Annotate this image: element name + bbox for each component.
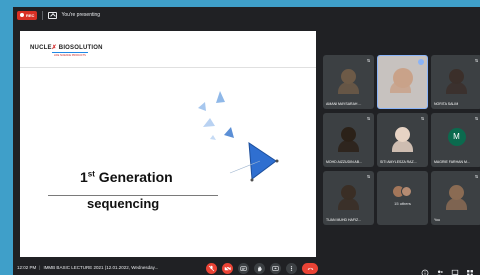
presentation-slide: NUCLE✗ BIOSOLUTION LIFE SCIENCE PRODUCTS… xyxy=(20,31,316,257)
participant-name: MAGRIE FARHAN M... xyxy=(434,160,470,164)
pin-icon[interactable]: ⇅ xyxy=(474,174,479,179)
participant-tile[interactable]: ⇅ SITI AMYLESZA RAZ... xyxy=(377,113,428,167)
participant-video xyxy=(446,69,467,94)
recording-badge[interactable]: REC xyxy=(17,10,38,20)
participant-avatar: M xyxy=(447,128,466,146)
participant-tile[interactable]: ⇅ TUAN MUHD HAFIZ... xyxy=(323,171,374,225)
camera-off-icon xyxy=(224,265,231,272)
more-options-button[interactable] xyxy=(286,263,297,274)
captions-icon xyxy=(240,266,247,271)
deco-dot xyxy=(275,159,279,163)
self-video xyxy=(446,185,467,210)
meeting-title: IMMB BASIC LECTURE 2021 (12.01.2022, Wed… xyxy=(43,265,159,270)
participant-name: MOHD AIZZUDIN AB... xyxy=(326,160,362,164)
deco-triangle xyxy=(216,91,225,103)
present-screen-icon xyxy=(272,266,279,271)
deco-triangle xyxy=(210,135,216,140)
clock: 12:02 PM xyxy=(17,265,37,270)
chat-icon xyxy=(451,269,459,275)
triangle-decoration xyxy=(198,91,279,182)
self-tile[interactable]: ⇅ You xyxy=(431,171,480,225)
leave-call-button[interactable] xyxy=(302,263,318,274)
participant-video xyxy=(338,185,359,210)
side-panel-controls xyxy=(421,264,474,275)
speaking-indicator-icon xyxy=(418,59,424,65)
others-tile[interactable]: 15 others xyxy=(377,171,428,225)
pin-icon[interactable]: ⇅ xyxy=(366,174,371,179)
mic-off-icon xyxy=(208,265,215,272)
captions-button[interactable] xyxy=(238,263,249,274)
participant-tile[interactable]: ⇅ M MAGRIE FARHAN M... xyxy=(431,113,480,167)
deco-triangle-large xyxy=(248,142,277,180)
call-controls xyxy=(206,263,318,274)
hand-icon xyxy=(258,266,262,272)
activities-icon xyxy=(467,270,473,275)
deco-triangle xyxy=(224,127,234,138)
deco-triangle xyxy=(203,118,215,127)
more-vert-icon xyxy=(290,266,293,271)
participant-name: TUAN MUHD HAFIZ... xyxy=(326,218,361,222)
meeting-details-button[interactable] xyxy=(421,264,429,275)
participant-video xyxy=(392,127,413,152)
divider: | xyxy=(39,265,41,270)
slide-title-line1: 1st Generation xyxy=(80,169,173,185)
participant-tile[interactable]: ⇅ NORITA SALIM xyxy=(431,55,480,109)
participant-name: SITI AMYLESZA RAZ... xyxy=(380,160,417,164)
participant-tile-speaking[interactable] xyxy=(377,55,428,109)
meet-window: REC You're presenting NUCLE✗ BIOSOLUTION… xyxy=(13,7,480,275)
people-button[interactable] xyxy=(436,264,444,275)
bottom-control-bar: 12:02 PM | IMMB BASIC LECTURE 2021 (12.0… xyxy=(13,260,480,275)
recording-label: REC xyxy=(26,12,35,18)
avatar xyxy=(400,186,412,197)
people-icon xyxy=(437,270,443,275)
chat-button[interactable] xyxy=(451,264,459,275)
participant-video xyxy=(338,69,359,94)
pin-icon[interactable]: ⇅ xyxy=(474,58,479,63)
top-status-bar: REC You're presenting xyxy=(13,7,480,23)
participant-video xyxy=(338,127,359,152)
pin-icon[interactable]: ⇅ xyxy=(420,116,425,121)
deco-dot xyxy=(250,178,254,182)
pin-icon[interactable]: ⇅ xyxy=(474,116,479,121)
activities-button[interactable] xyxy=(466,264,474,275)
others-count: 15 others xyxy=(394,201,411,206)
divider xyxy=(42,10,44,20)
raise-hand-button[interactable] xyxy=(254,263,265,274)
phone-hangup-icon xyxy=(307,267,313,270)
participant-tile[interactable]: ⇅ AMANI MAYSARAH ... xyxy=(323,55,374,109)
camera-toggle-button[interactable] xyxy=(222,263,233,274)
recording-dot-icon xyxy=(20,13,24,17)
participant-name: You xyxy=(434,218,440,222)
info-icon xyxy=(421,269,429,275)
pin-icon[interactable]: ⇅ xyxy=(366,116,371,121)
pin-icon[interactable]: ⇅ xyxy=(366,58,371,63)
mic-toggle-button[interactable] xyxy=(206,263,217,274)
deco-triangle xyxy=(198,102,206,111)
present-now-button[interactable] xyxy=(270,263,281,274)
participant-name: NORITA SALIM xyxy=(434,102,459,106)
participant-tile[interactable]: ⇅ MOHD AIZZUDIN AB... xyxy=(323,113,374,167)
participant-video xyxy=(389,68,413,93)
slide-title-line2: sequencing xyxy=(87,196,160,211)
others-avatars xyxy=(392,184,413,199)
present-screen-icon xyxy=(48,11,58,19)
participant-name: AMANI MAYSARAH ... xyxy=(326,102,362,106)
presenting-status: You're presenting xyxy=(61,12,101,18)
